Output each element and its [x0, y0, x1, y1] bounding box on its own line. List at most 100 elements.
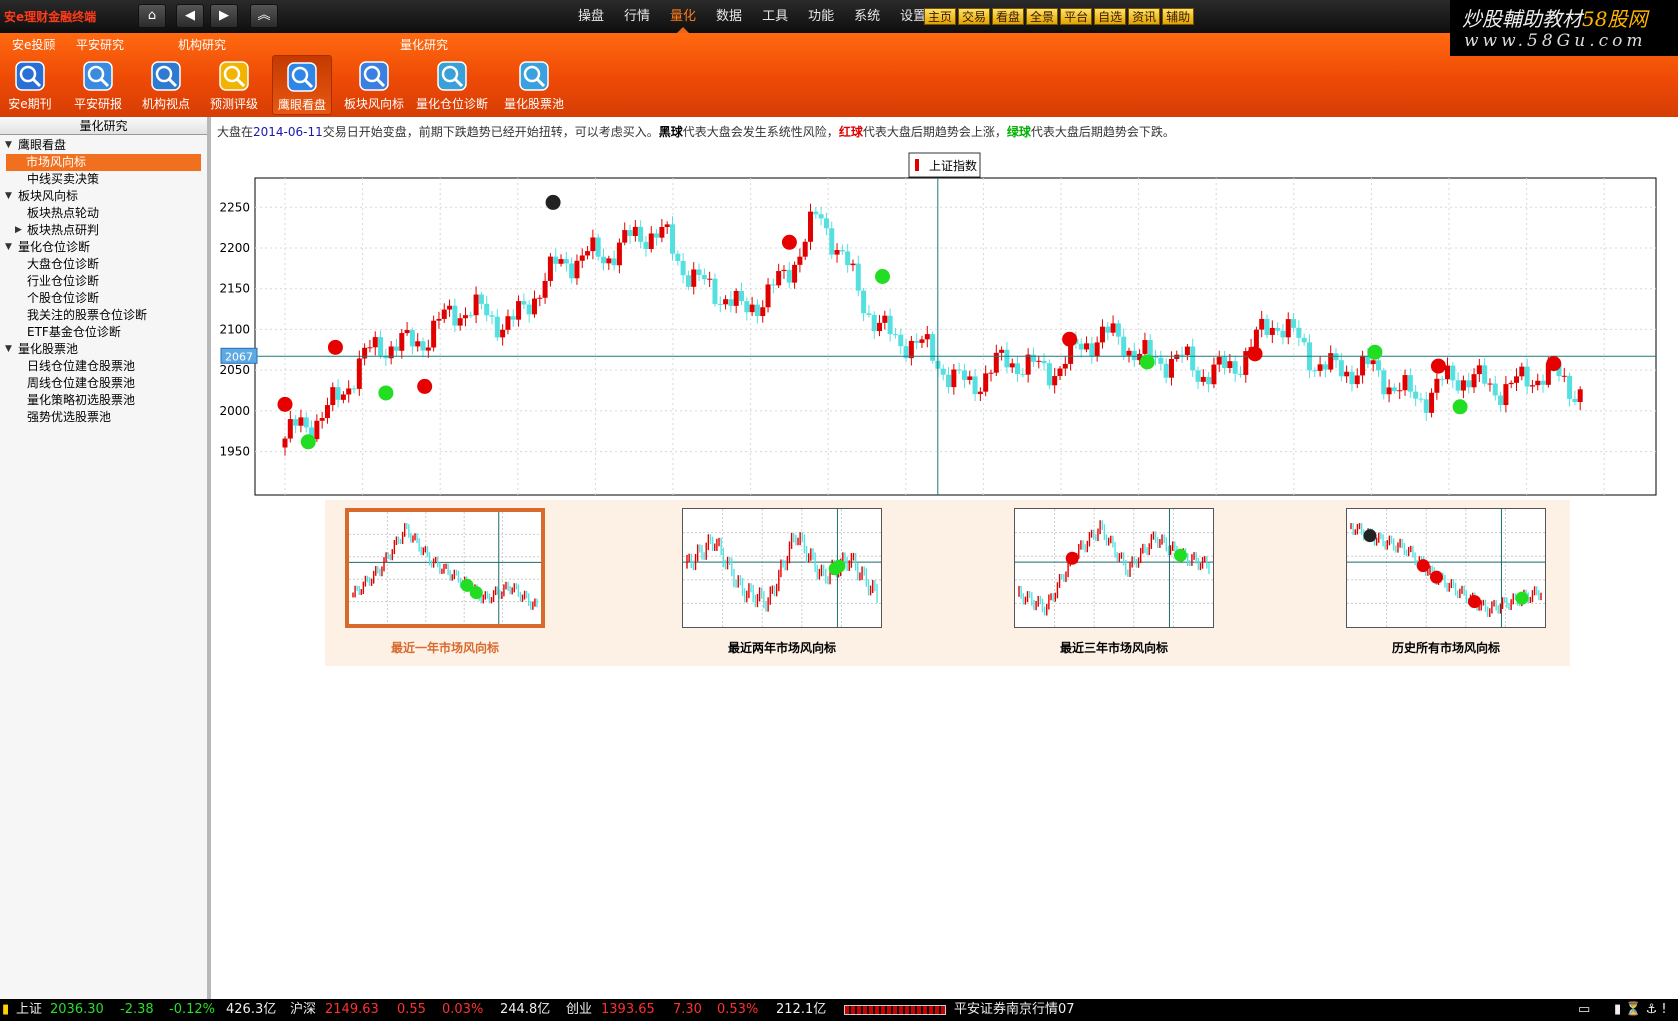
status-flag-icon: ▮ — [2, 1002, 10, 1017]
green-ball-marker[interactable] — [300, 434, 316, 450]
tree-node-3[interactable]: ▼ 板块风向标 — [0, 188, 207, 205]
tree-node-14[interactable]: 周线仓位建仓股票池 — [0, 375, 207, 392]
tree-node-9[interactable]: 个股仓位诊断 — [0, 290, 207, 307]
tree-node-10[interactable]: 我关注的股票仓位诊断 — [0, 307, 207, 324]
keyboard-icon[interactable]: ▭ — [1578, 999, 1590, 1021]
tree-node-4[interactable]: 板块热点轮动 — [0, 205, 207, 222]
red-ball-marker[interactable] — [1430, 358, 1446, 374]
collapse-triangle-icon[interactable]: ▼ — [5, 239, 12, 256]
quick-button-1[interactable]: 交易 — [958, 8, 991, 25]
menu-item-5[interactable]: 功能 — [798, 0, 844, 33]
tree-node-8[interactable]: 行业仓位诊断 — [0, 273, 207, 290]
tree-node-label: 板块热点轮动 — [27, 206, 100, 220]
toolbar-button-5[interactable]: 板块风向标 — [338, 55, 410, 115]
candle-body — [1041, 360, 1047, 364]
market-indicator-chart[interactable]: 上证指数19502000205021002150220022502013-07-… — [215, 146, 1678, 496]
quick-button-4[interactable]: 平台 — [1060, 8, 1093, 25]
y-tick-label: 1950 — [219, 445, 250, 459]
collapse-triangle-icon[interactable]: ▼ — [5, 188, 12, 205]
tree-node-11[interactable]: ETF基金仓位诊断 — [0, 324, 207, 341]
candle-body — [685, 275, 691, 287]
black-ball-marker[interactable] — [545, 194, 561, 210]
candle-body — [1572, 398, 1578, 403]
menu-item-1[interactable]: 行情 — [614, 0, 660, 33]
green-ball-marker[interactable] — [1367, 344, 1383, 360]
candle-body — [1375, 360, 1381, 371]
tree-node-2[interactable]: 中线买卖决策 — [0, 171, 207, 188]
thumb-red-ball — [1065, 551, 1079, 565]
server-name[interactable]: 平安证券南京行情07 — [954, 999, 1075, 1021]
candle-body — [1296, 327, 1302, 338]
candle-body — [1110, 323, 1116, 333]
group-label-institution-research: 机构研究 — [178, 38, 227, 52]
menu-item-3[interactable]: 数据 — [706, 0, 752, 33]
quick-button-2[interactable]: 看盘 — [992, 8, 1025, 25]
quick-button-7[interactable]: 辅助 — [1162, 8, 1195, 25]
home-icon[interactable]: ⌂ — [138, 4, 166, 28]
tree-node-12[interactable]: ▼ 量化股票池 — [0, 341, 207, 358]
thumb-chart — [349, 512, 541, 624]
forward-arrow-icon[interactable]: ▶ — [210, 4, 238, 28]
toolbar-button-0[interactable]: 安e期刊 — [0, 55, 60, 115]
idx2-name[interactable]: 沪深 — [290, 999, 316, 1021]
toolbar-button-2[interactable]: 机构视点 — [135, 55, 197, 115]
tree-node-13[interactable]: 日线仓位建仓股票池 — [0, 358, 207, 375]
candle-body — [1413, 391, 1419, 399]
red-ball-marker[interactable] — [277, 396, 293, 412]
menu-item-0[interactable]: 操盘 — [568, 0, 614, 33]
toolbar-button-7[interactable]: 量化股票池 — [497, 55, 571, 115]
red-ball-marker[interactable] — [1062, 331, 1078, 347]
quick-button-6[interactable]: 资讯 — [1128, 8, 1161, 25]
tree-node-label: 我关注的股票仓位诊断 — [27, 308, 148, 322]
menu-item-4[interactable]: 工具 — [752, 0, 798, 33]
back-arrow-icon[interactable]: ◀ — [176, 4, 204, 28]
candle-body — [436, 318, 442, 321]
tree-node-6[interactable]: ▼ 量化仓位诊断 — [0, 239, 207, 256]
green-ball-marker[interactable] — [875, 269, 891, 284]
idx1-name[interactable]: 上证 — [16, 999, 42, 1021]
menu-item-2[interactable]: 量化 — [660, 0, 706, 33]
institution-view-icon — [151, 61, 181, 91]
collapse-triangle-icon[interactable]: ▼ — [5, 341, 12, 358]
idx3-name[interactable]: 创业 — [566, 999, 592, 1021]
collapse-triangle-icon[interactable]: ▼ — [5, 137, 12, 154]
quick-button-5[interactable]: 自选 — [1094, 8, 1127, 25]
toolbar-button-label: 量化仓位诊断 — [415, 97, 488, 111]
chart-svg[interactable]: 上证指数19502000205021002150220022502013-07-… — [215, 146, 1678, 496]
red-ball-marker[interactable] — [781, 234, 797, 250]
green-ball-marker[interactable] — [1139, 354, 1155, 370]
tree-node-5[interactable]: ▶ 板块热点研判 — [0, 222, 207, 239]
candle-body — [1354, 375, 1360, 385]
tree-node-1[interactable]: 市场风向标 — [6, 154, 201, 171]
toolbar-button-1[interactable]: 平安研报 — [67, 55, 129, 115]
tree-node-7[interactable]: 大盘仓位诊断 — [0, 256, 207, 273]
quick-button-0[interactable]: 主页 — [924, 8, 957, 25]
green-ball-marker[interactable] — [1452, 399, 1468, 415]
tree-node-label: 中线买卖决策 — [27, 172, 100, 186]
tree-node-16[interactable]: 强势优选股票池 — [0, 409, 207, 426]
candle-body — [505, 316, 511, 330]
tray-icons[interactable]: ▮ ⏳ ⚓ ! — [1614, 999, 1667, 1021]
candle-body — [574, 260, 580, 279]
red-ball-marker[interactable] — [327, 339, 343, 355]
toolbar-button-6[interactable]: 量化仓位诊断 — [412, 55, 492, 115]
candle-body — [723, 299, 729, 305]
quick-button-3[interactable]: 全景 — [1026, 8, 1059, 25]
red-ball-marker[interactable] — [417, 378, 433, 394]
red-ball-marker[interactable] — [1546, 356, 1562, 372]
collapse-up-icon[interactable]: ︽ — [250, 4, 278, 28]
menu-item-6[interactable]: 系统 — [844, 0, 890, 33]
toolbar-button-3[interactable]: 预测评级 — [203, 55, 265, 115]
candle-body — [850, 263, 856, 266]
candle-body — [669, 224, 675, 254]
expand-triangle-icon[interactable]: ▶ — [15, 222, 22, 239]
tree-node-0[interactable]: ▼ 鹰眼看盘 — [0, 137, 207, 154]
green-ball-marker[interactable] — [378, 385, 394, 401]
candle-body — [1397, 390, 1403, 392]
red-ball-marker[interactable] — [1247, 346, 1263, 362]
candle-body — [569, 263, 575, 279]
toolbar-button-4[interactable]: 鹰眼看盘 — [272, 55, 332, 115]
candle-body — [1036, 360, 1042, 362]
tree-node-15[interactable]: 量化策略初选股票池 — [0, 392, 207, 409]
candle-body — [1519, 366, 1525, 377]
